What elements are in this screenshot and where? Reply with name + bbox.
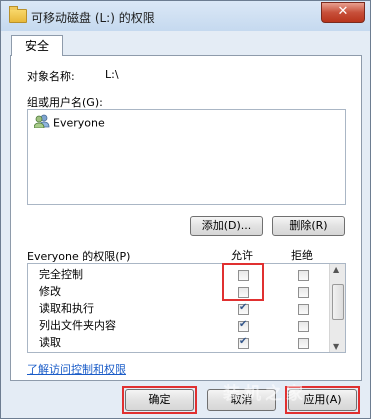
ok-button[interactable]: 确定 xyxy=(125,389,194,411)
groups-label: 组或用户名(G): xyxy=(27,96,103,109)
allow-checkbox[interactable] xyxy=(238,287,249,298)
access-control-link[interactable]: 了解访问控制和权限 xyxy=(27,361,126,377)
deny-header: 拒绝 xyxy=(291,249,313,262)
users-icon xyxy=(33,114,50,133)
permissions-dialog: 可移动磁盘 (L:) 的权限 ✕ 安全 对象名称: L:\ 组或用户名(G): … xyxy=(0,0,371,419)
permissions-scrollbar[interactable]: ▲ ▼ xyxy=(329,264,345,352)
folder-icon xyxy=(9,6,27,23)
permissions-label: Everyone 的权限(P) xyxy=(27,250,131,263)
scroll-down-icon[interactable]: ▼ xyxy=(333,342,339,351)
scroll-up-icon[interactable]: ▲ xyxy=(333,265,339,274)
add-button[interactable]: 添加(D)... xyxy=(190,216,263,236)
permission-name: 修改 xyxy=(39,285,61,298)
permissions-list: 完全控制 修改 读取和执行 列出文件夹内容 读取 ▲ ▼ xyxy=(27,263,346,353)
permission-name: 列出文件夹内容 xyxy=(39,319,116,332)
user-name: Everyone xyxy=(53,116,105,130)
permission-row: 列出文件夹内容 xyxy=(28,318,328,334)
permission-row: 修改 xyxy=(28,284,328,300)
remove-button[interactable]: 删除(R) xyxy=(272,216,345,236)
deny-checkbox[interactable] xyxy=(298,304,309,315)
allow-checkbox[interactable] xyxy=(238,270,249,281)
groups-list[interactable]: Everyone xyxy=(27,109,346,205)
tab-security[interactable]: 安全 xyxy=(11,35,63,56)
deny-checkbox[interactable] xyxy=(298,287,309,298)
deny-checkbox[interactable] xyxy=(298,338,309,349)
scroll-thumb[interactable] xyxy=(332,284,344,320)
permission-row: 完全控制 xyxy=(28,267,328,283)
permission-row: 读取 xyxy=(28,335,328,351)
permission-name: 读取 xyxy=(39,336,61,349)
allow-checkbox[interactable] xyxy=(238,336,249,349)
allow-header: 允许 xyxy=(231,249,253,262)
deny-checkbox[interactable] xyxy=(298,321,309,332)
window-title: 可移动磁盘 (L:) 的权限 xyxy=(31,11,155,25)
allow-checkbox[interactable] xyxy=(238,319,249,332)
permission-row: 读取和执行 xyxy=(28,301,328,317)
close-button[interactable]: ✕ xyxy=(321,2,365,23)
allow-checkbox[interactable] xyxy=(238,302,249,315)
object-name-label: 对象名称: xyxy=(27,70,75,83)
permission-name: 读取和执行 xyxy=(39,302,94,315)
deny-checkbox[interactable] xyxy=(298,270,309,281)
list-item[interactable]: Everyone xyxy=(33,114,105,133)
object-name-value: L:\ xyxy=(105,68,119,81)
watermark: 装机之家 xyxy=(223,384,307,404)
title-bar: 可移动磁盘 (L:) 的权限 ✕ xyxy=(1,1,370,31)
permission-name: 完全控制 xyxy=(39,268,83,281)
